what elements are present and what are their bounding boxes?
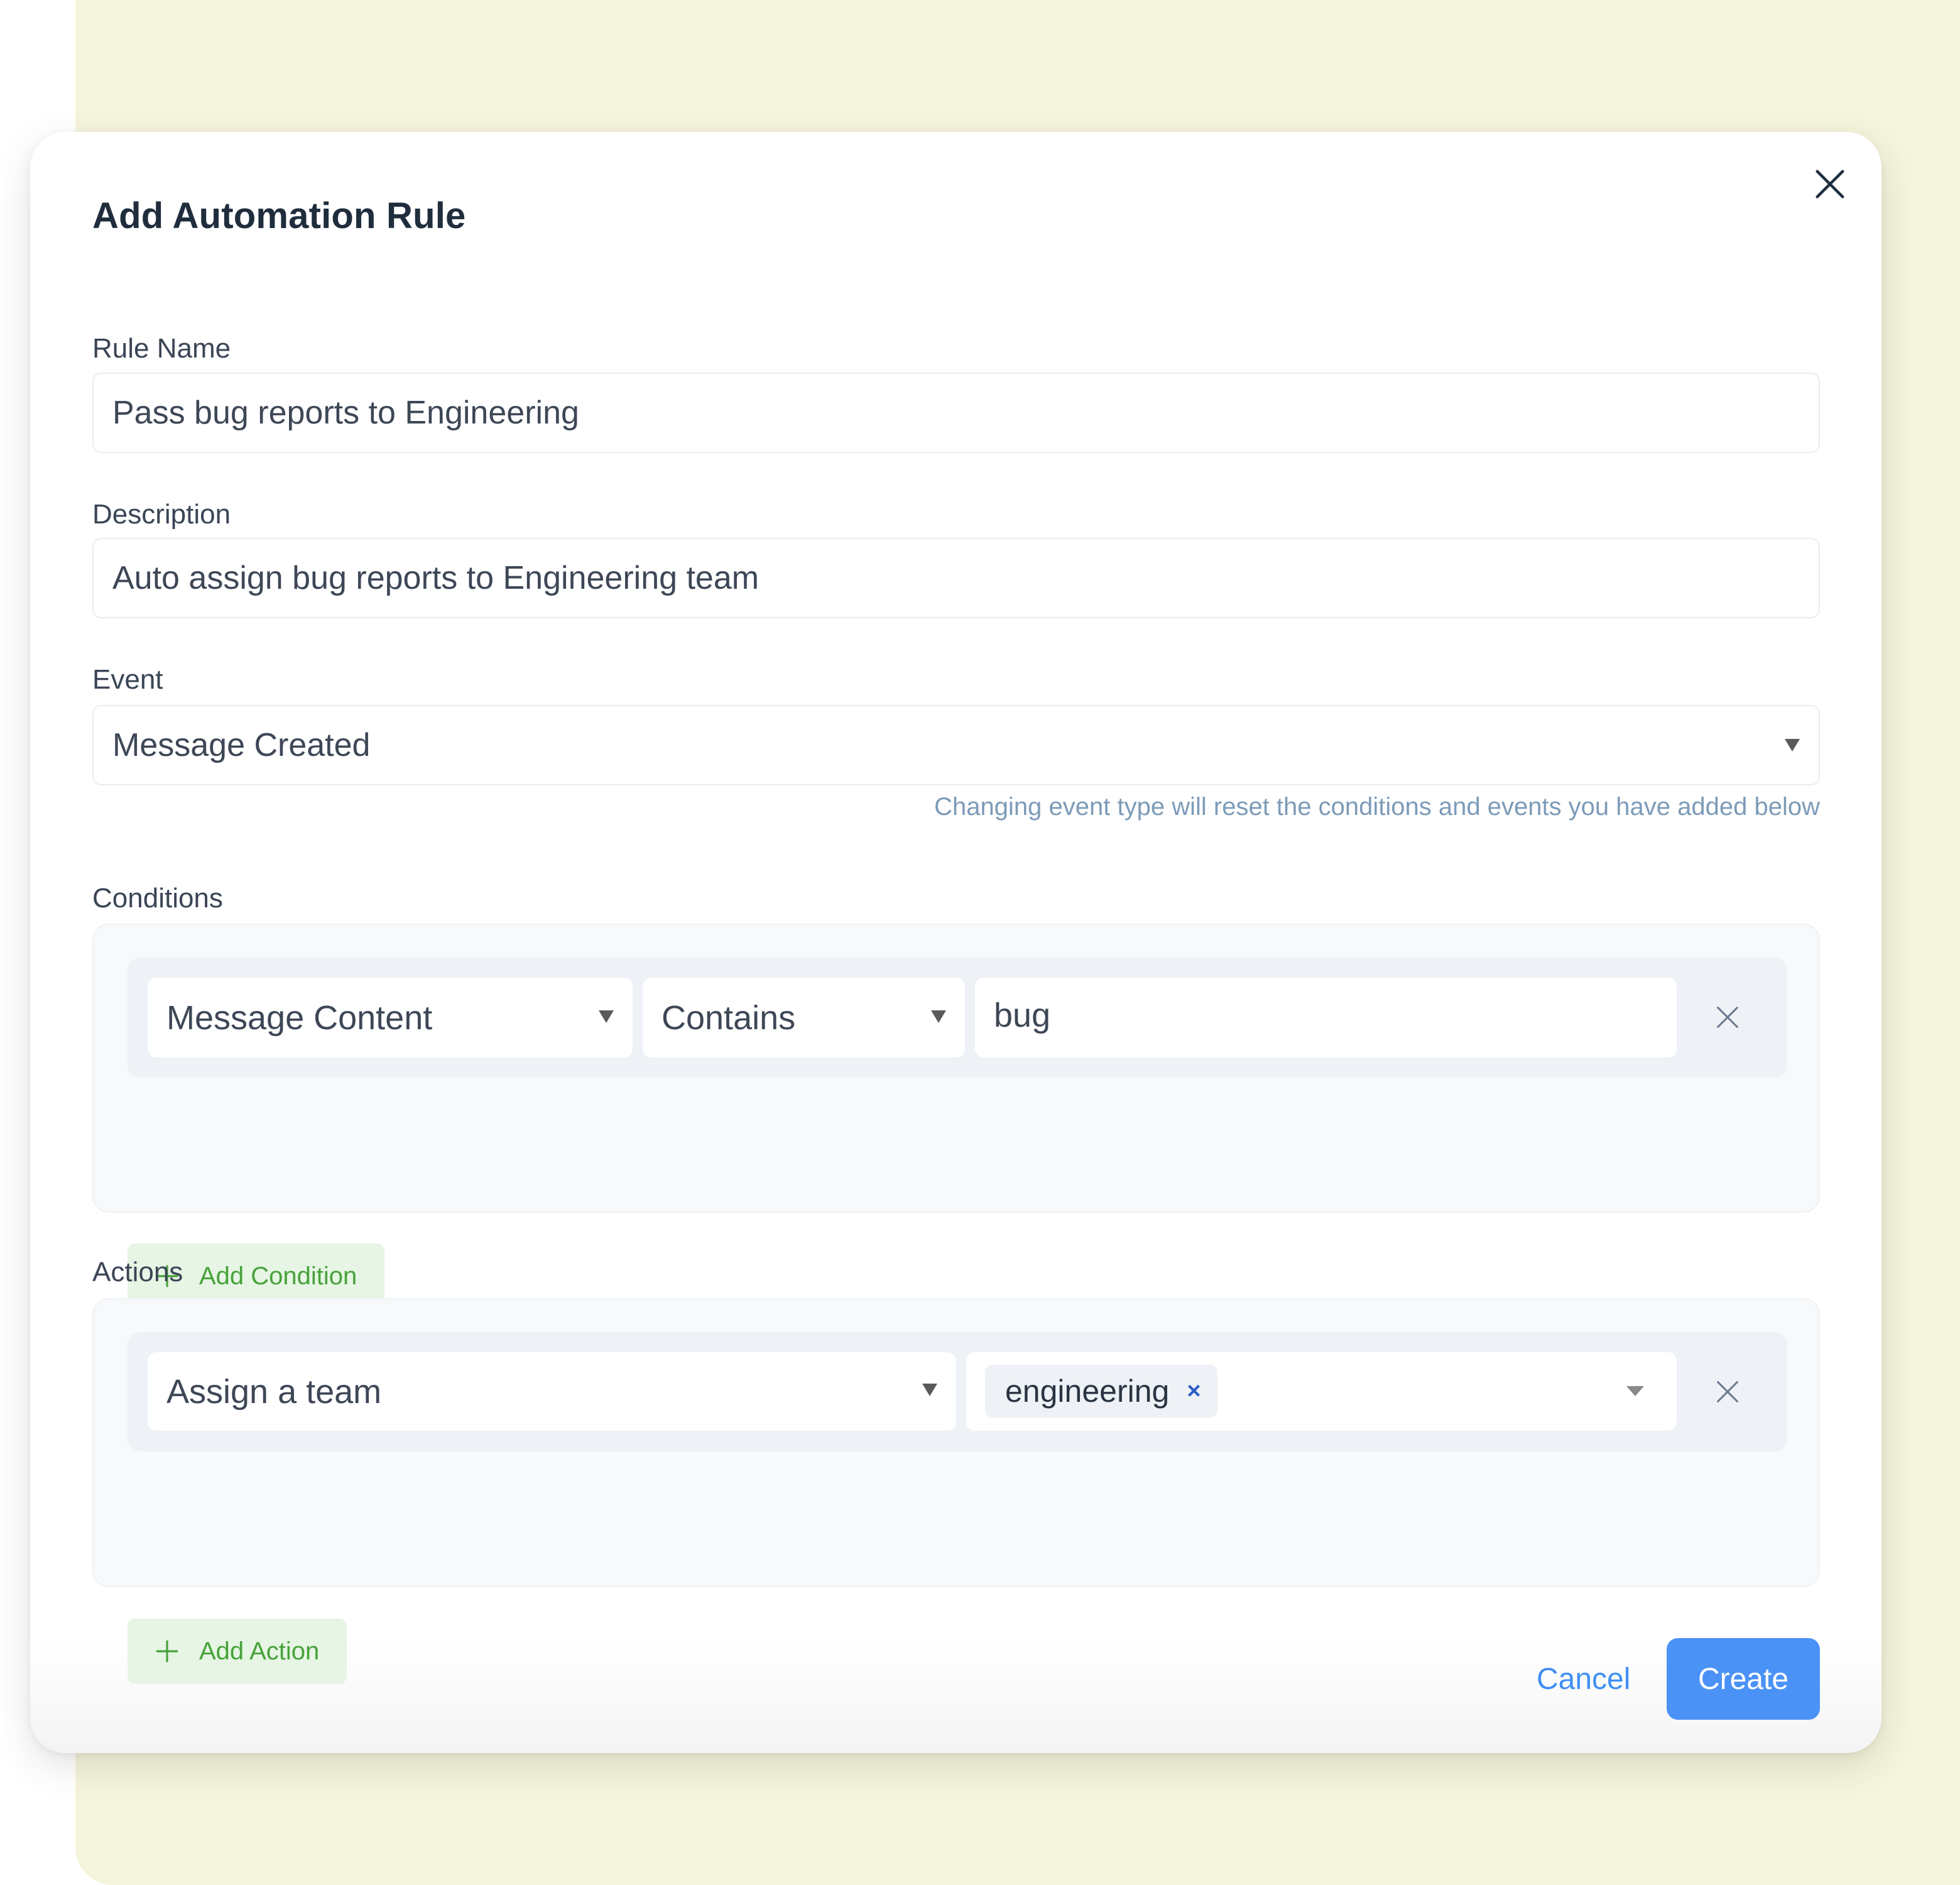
- event-hint: Changing event type will reset the condi…: [934, 793, 1820, 821]
- chevron-down-icon: [1626, 1386, 1644, 1396]
- add-action-label: Add Action: [199, 1637, 320, 1665]
- remove-condition-button[interactable]: [1713, 1003, 1742, 1032]
- chevron-down-icon: [922, 1384, 937, 1396]
- plus-icon: [156, 1640, 178, 1663]
- condition-value-input[interactable]: bug: [975, 978, 1677, 1057]
- condition-operator-value: Contains: [662, 998, 796, 1037]
- description-value: Auto assign bug reports to Engineering t…: [112, 560, 760, 596]
- rule-name-input[interactable]: Pass bug reports to Engineering: [92, 373, 1820, 453]
- close-icon: [1717, 1381, 1738, 1402]
- event-select[interactable]: Message Created: [92, 705, 1820, 785]
- create-button[interactable]: Create: [1667, 1638, 1820, 1720]
- chevron-down-icon: [1785, 739, 1800, 751]
- action-type-value: Assign a team: [166, 1372, 382, 1411]
- chevron-down-icon: [931, 1010, 946, 1023]
- close-button[interactable]: [1813, 167, 1847, 201]
- remove-action-button[interactable]: [1713, 1377, 1742, 1406]
- team-tag-label: engineering: [1005, 1374, 1170, 1409]
- team-tag: engineering ×: [985, 1365, 1217, 1418]
- condition-value: bug: [994, 996, 1051, 1034]
- chevron-down-icon: [599, 1010, 614, 1023]
- close-icon: [1717, 1007, 1738, 1028]
- conditions-box: Message Content Contains bug Add Conditi…: [92, 924, 1820, 1309]
- description-input[interactable]: Auto assign bug reports to Engineering t…: [92, 538, 1820, 618]
- add-action-button[interactable]: Add Action: [128, 1619, 347, 1684]
- remove-tag-icon[interactable]: ×: [1187, 1378, 1200, 1405]
- action-type-select[interactable]: Assign a team: [148, 1352, 956, 1431]
- team-multiselect[interactable]: engineering ×: [966, 1352, 1677, 1431]
- actions-label: Actions: [92, 1257, 183, 1287]
- conditions-label: Conditions: [92, 883, 223, 914]
- cancel-button[interactable]: Cancel: [1537, 1638, 1630, 1720]
- description-label: Description: [92, 499, 231, 530]
- actions-box: Assign a team engineering × Add Action: [92, 1298, 1820, 1684]
- action-row: Assign a team engineering ×: [128, 1332, 1787, 1451]
- close-icon: [1816, 170, 1844, 199]
- condition-operator-select[interactable]: Contains: [643, 978, 965, 1057]
- event-selected-value: Message Created: [112, 727, 371, 763]
- dialog-title: Add Automation Rule: [92, 195, 466, 236]
- add-condition-label: Add Condition: [199, 1262, 357, 1290]
- rule-name-label: Rule Name: [92, 333, 231, 364]
- condition-attribute-value: Message Content: [166, 998, 433, 1037]
- condition-attribute-select[interactable]: Message Content: [148, 978, 633, 1057]
- rule-name-value: Pass bug reports to Engineering: [112, 395, 579, 431]
- event-label: Event: [92, 664, 163, 695]
- add-automation-rule-dialog: Add Automation Rule Rule Name Pass bug r…: [30, 132, 1881, 1753]
- condition-row: Message Content Contains bug: [128, 958, 1787, 1078]
